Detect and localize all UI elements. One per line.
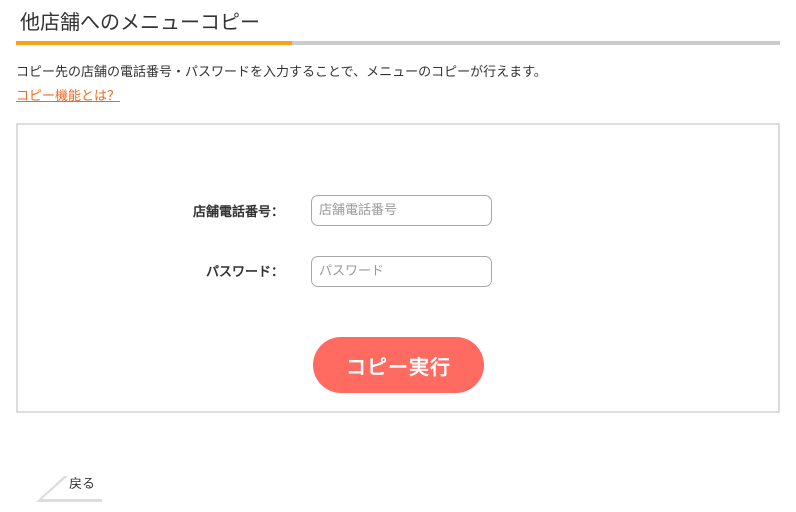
copy-form-panel: 店舗電話番号： パスワード： コピー実行	[16, 123, 780, 413]
copy-help-link[interactable]: コピー機能とは？	[16, 88, 120, 106]
back-label: 戻る	[69, 477, 96, 492]
phone-input[interactable]	[311, 195, 492, 226]
password-label: パスワード：	[205, 265, 284, 280]
password-input[interactable]	[311, 256, 492, 287]
phone-label: 店舗電話番号：	[192, 205, 284, 220]
header-rule-accent	[16, 41, 292, 45]
copy-submit-button[interactable]: コピー実行	[313, 337, 484, 393]
page-header: 他店舗へのメニューコピー	[16, 0, 780, 46]
page-title: 他店舗へのメニューコピー	[20, 10, 260, 34]
back-link[interactable]: 戻る	[36, 472, 106, 504]
page-description: コピー先の店舗の電話番号・パスワードを入力することで、メニューのコピーが行えます…	[16, 65, 547, 80]
